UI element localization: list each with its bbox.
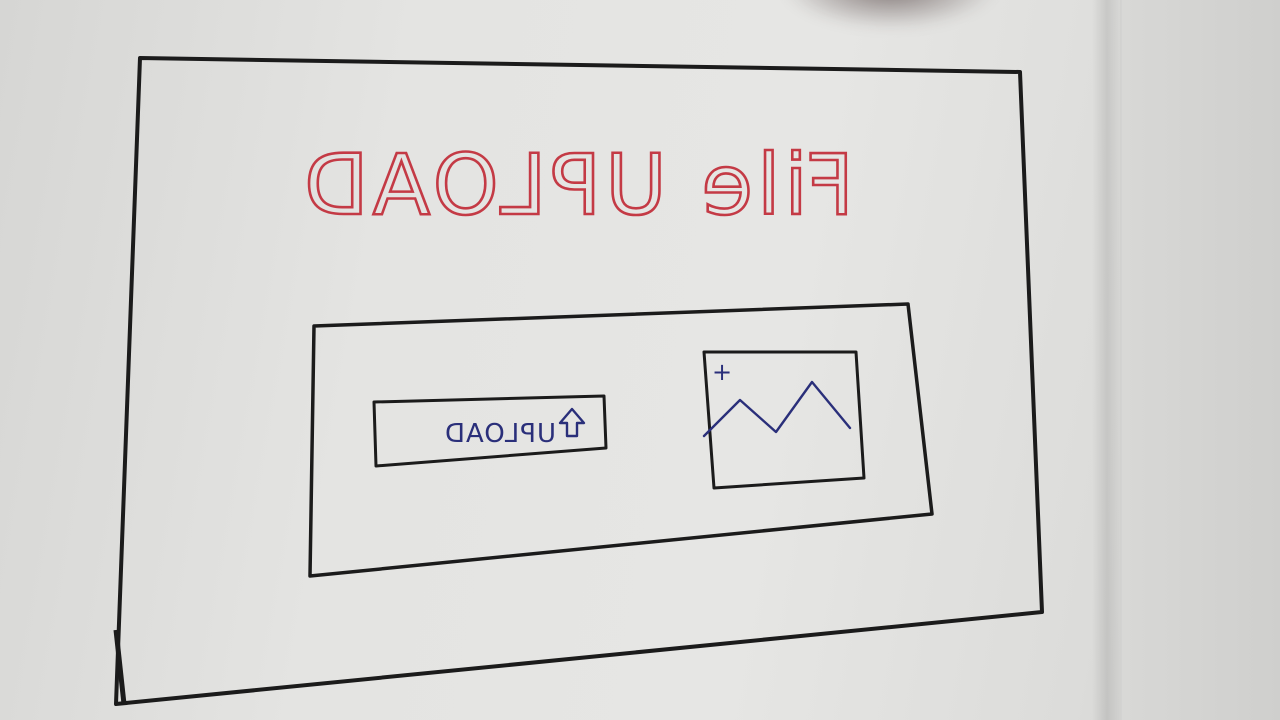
line-chart-icon [702,380,852,438]
upload-panel [308,302,934,578]
upload-button-label: UPLOAD [444,419,556,449]
chart-preview[interactable]: + [702,350,866,490]
wireframe-sketch: File UPLOAD UPLOAD + [113,56,1044,706]
upload-button[interactable]: UPLOAD [372,394,608,468]
preview-plus-icon[interactable]: + [712,358,732,386]
page-title: File UPLOAD [300,136,854,234]
upload-arrow-icon [558,407,586,438]
